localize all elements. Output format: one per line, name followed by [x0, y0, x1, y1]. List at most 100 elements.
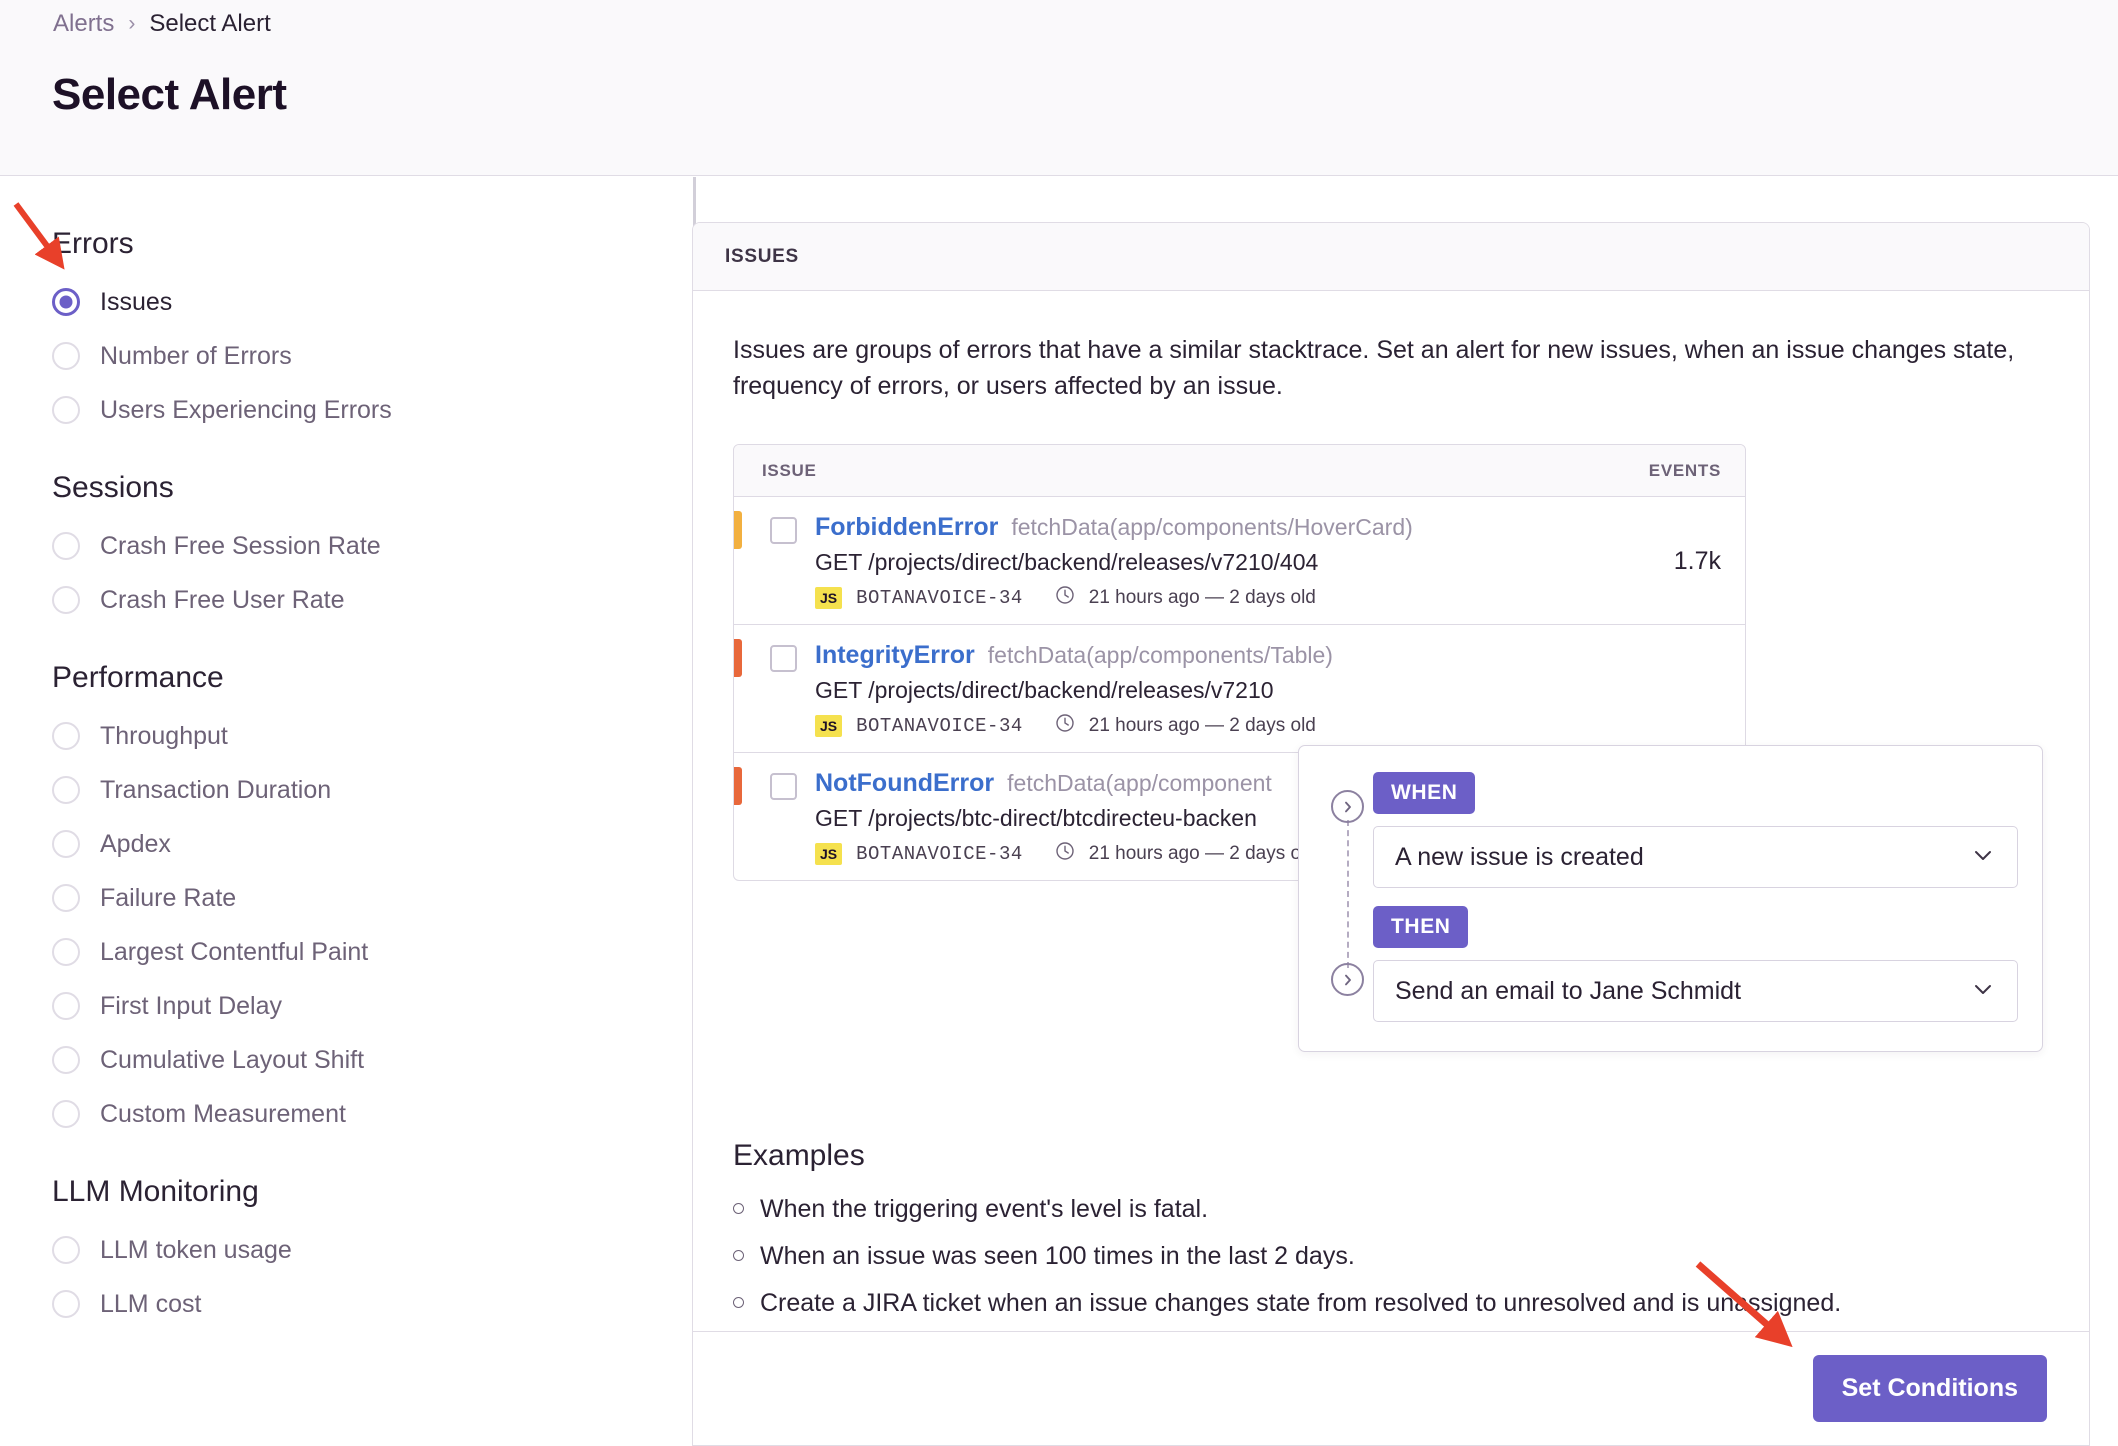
sidebar-option-transaction-duration[interactable]: Transaction Duration — [52, 763, 694, 817]
then-action-select[interactable]: Send an email to Jane Schmidt — [1373, 960, 2018, 1022]
chevron-down-icon — [1971, 977, 1995, 1006]
sidebar-option-first-input-delay[interactable]: First Input Delay — [52, 979, 694, 1033]
bullet-icon — [733, 1250, 744, 1261]
sidebar-option-label: LLM cost — [100, 1289, 202, 1318]
radio-cumulative-layout-shift[interactable] — [52, 1046, 80, 1074]
bullet-icon — [733, 1297, 744, 1308]
sidebar-group-title: Sessions — [52, 471, 174, 504]
sidebar-option-label: Crash Free User Rate — [100, 585, 345, 614]
issue-age: 21 hours ago — 2 days old — [1088, 842, 1316, 864]
radio-transaction-duration[interactable] — [52, 776, 80, 804]
row-checkbox[interactable] — [770, 517, 797, 544]
breadcrumb-current: Select Alert — [149, 10, 271, 37]
sidebar-option-custom-measurement[interactable]: Custom Measurement — [52, 1087, 694, 1141]
radio-crash-free-user-rate[interactable] — [52, 586, 80, 614]
sidebar-option-crash-free-user-rate[interactable]: Crash Free User Rate — [52, 573, 694, 627]
issue-age: 21 hours ago — 2 days old — [1088, 714, 1316, 736]
sidebar-option-llm-token-usage[interactable]: LLM token usage — [52, 1223, 694, 1277]
example-text: Create a JIRA ticket when an issue chang… — [760, 1289, 1842, 1317]
alert-type-sidebar: Errors Issues Number of Errors Users Exp… — [0, 177, 694, 1446]
chevron-right-circle-icon — [1331, 790, 1364, 823]
sidebar-option-label: Users Experiencing Errors — [100, 395, 392, 424]
issue-summary: IntegrityError fetchData(app/components/… — [815, 641, 1571, 738]
sidebar-option-label: Largest Contentful Paint — [100, 937, 369, 966]
table-row[interactable]: IntegrityError fetchData(app/components/… — [734, 625, 1745, 753]
sidebar-option-crash-free-session-rate[interactable]: Crash Free Session Rate — [52, 519, 694, 573]
sidebar-option-number-of-errors[interactable]: Number of Errors — [52, 329, 694, 383]
sidebar-option-users-experiencing-errors[interactable]: Users Experiencing Errors — [52, 383, 694, 437]
sidebar-option-label: Custom Measurement — [100, 1099, 346, 1128]
platform-badge-js: JS — [815, 714, 843, 737]
radio-issues[interactable] — [52, 288, 80, 316]
radio-first-input-delay[interactable] — [52, 992, 80, 1020]
set-conditions-button[interactable]: Set Conditions — [1812, 1355, 2047, 1422]
issue-culprit: fetchData(app/components/HoverCard) — [1011, 514, 1413, 540]
radio-throughput[interactable] — [52, 722, 80, 750]
row-checkbox[interactable] — [770, 645, 797, 672]
issue-summary: ForbiddenError fetchData(app/components/… — [815, 513, 1571, 610]
sidebar-option-cumulative-layout-shift[interactable]: Cumulative Layout Shift — [52, 1033, 694, 1087]
radio-llm-cost[interactable] — [52, 1290, 80, 1318]
list-item: When an issue was seen 100 times in the … — [733, 1242, 2053, 1271]
issue-title-link[interactable]: NotFoundError — [815, 769, 994, 798]
sidebar-option-label: Cumulative Layout Shift — [100, 1045, 365, 1074]
sidebar-option-label: LLM token usage — [100, 1235, 292, 1264]
severity-indicator — [734, 511, 742, 549]
column-header-events: EVENTS — [1648, 460, 1721, 480]
sidebar-option-throughput[interactable]: Throughput — [52, 709, 694, 763]
rule-conditions: WHEN A new issue is created THEN Send an… — [1373, 772, 2018, 1022]
sidebar-group-title: Errors — [52, 227, 134, 260]
radio-apdex[interactable] — [52, 830, 80, 858]
radio-custom-measurement[interactable] — [52, 1100, 80, 1128]
radio-failure-rate[interactable] — [52, 884, 80, 912]
then-action-value: Send an email to Jane Schmidt — [1395, 976, 1742, 1005]
sidebar-group-errors: Errors Issues Number of Errors Users Exp… — [52, 227, 694, 437]
panel-footer: Set Conditions — [693, 1331, 2089, 1445]
radio-largest-contentful-paint[interactable] — [52, 938, 80, 966]
sidebar-group-title: Performance — [52, 661, 224, 694]
rule-step-track — [1331, 790, 1365, 996]
sidebar-option-label: First Input Delay — [100, 991, 283, 1020]
radio-users-experiencing-errors[interactable] — [52, 396, 80, 424]
issue-events-count — [1571, 641, 1721, 738]
radio-number-of-errors[interactable] — [52, 342, 80, 370]
issue-culprit: fetchData(app/components/Table) — [987, 642, 1333, 668]
sidebar-option-largest-contentful-paint[interactable]: Largest Contentful Paint — [52, 925, 694, 979]
radio-llm-token-usage[interactable] — [52, 1236, 80, 1264]
issue-title-link[interactable]: ForbiddenError — [815, 513, 998, 542]
sidebar-option-label: Issues — [100, 287, 173, 316]
sidebar-group-title: LLM Monitoring — [52, 1175, 259, 1208]
table-row[interactable]: ForbiddenError fetchData(app/components/… — [734, 497, 1745, 625]
when-condition-select[interactable]: A new issue is created — [1373, 826, 2018, 888]
rule-connector-line — [1347, 820, 1349, 968]
sidebar-option-label: Throughput — [100, 721, 228, 750]
sidebar-option-label: Transaction Duration — [100, 775, 332, 804]
clock-icon — [1055, 585, 1075, 610]
severity-indicator — [734, 767, 742, 805]
issue-title-link[interactable]: IntegrityError — [815, 641, 975, 670]
row-checkbox[interactable] — [770, 773, 797, 800]
alert-rule-popup: WHEN A new issue is created THEN Send an… — [1298, 745, 2043, 1052]
sidebar-option-issues[interactable]: Issues — [52, 275, 694, 329]
breadcrumb: Alerts › Select Alert — [53, 10, 271, 38]
sidebar-option-label: Number of Errors — [100, 341, 292, 370]
bullet-icon — [733, 1203, 744, 1214]
issue-age: 21 hours ago — 2 days old — [1088, 586, 1316, 608]
when-condition-value: A new issue is created — [1395, 842, 1644, 871]
page-title: Select Alert — [52, 70, 287, 119]
panel-header-title: ISSUES — [725, 245, 799, 267]
sidebar-group-llm-monitoring: LLM Monitoring LLM token usage LLM cost — [52, 1175, 694, 1331]
panel-description: Issues are groups of errors that have a … — [733, 336, 2015, 400]
breadcrumb-alerts-link[interactable]: Alerts — [53, 10, 114, 38]
radio-crash-free-session-rate[interactable] — [52, 532, 80, 560]
sidebar-option-llm-cost[interactable]: LLM cost — [52, 1277, 694, 1331]
example-text: When the triggering event's level is fat… — [760, 1195, 1209, 1223]
list-item: Create a JIRA ticket when an issue chang… — [733, 1289, 2053, 1318]
issue-meta: JS BOTANAVOICE-34 21 hours ago — 2 days … — [815, 713, 1571, 738]
sidebar-option-failure-rate[interactable]: Failure Rate — [52, 871, 694, 925]
sidebar-option-apdex[interactable]: Apdex — [52, 817, 694, 871]
examples-title: Examples — [733, 1139, 865, 1172]
issue-short-id: BOTANAVOICE-34 — [856, 842, 1023, 865]
examples-section: Examples When the triggering event's lev… — [733, 1139, 2053, 1336]
